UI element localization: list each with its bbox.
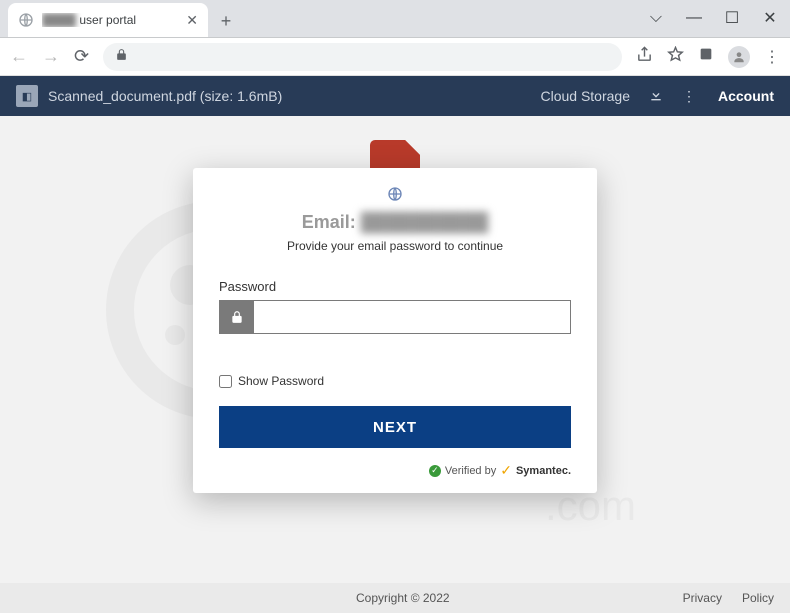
checkmark-icon: ✓ — [429, 465, 441, 477]
email-heading: Email: ██████████ — [219, 212, 571, 233]
window-controls: ⌵ — ☐ ✕ — [642, 6, 784, 30]
bookmark-icon[interactable] — [667, 46, 684, 68]
chevron-down-icon[interactable]: ⌵ — [642, 6, 670, 30]
share-icon[interactable] — [636, 46, 653, 68]
lock-icon — [220, 301, 254, 333]
close-icon[interactable]: ✕ — [186, 12, 198, 29]
symantec-brand: Symantec. — [516, 465, 571, 477]
globe-icon — [219, 186, 571, 202]
close-window-button[interactable]: ✕ — [756, 6, 784, 30]
password-input[interactable] — [254, 301, 570, 333]
menu-icon[interactable]: ⋮ — [764, 47, 780, 67]
tab-title: ████ user portal — [42, 13, 178, 27]
modal-subtitle: Provide your email password to continue — [219, 239, 571, 253]
copyright-text: Copyright © 2022 — [356, 591, 450, 605]
forward-button: → — [42, 46, 60, 67]
verified-badge: ✓ Verified by ✓ Symantec. — [219, 462, 571, 479]
browser-tabstrip: ████ user portal ✕ + ⌵ — ☐ ✕ — [0, 0, 790, 38]
show-password-label: Show Password — [238, 374, 324, 388]
password-label: Password — [219, 279, 571, 294]
login-modal: Email: ██████████ Provide your email pas… — [193, 168, 597, 493]
cloud-storage-link[interactable]: Cloud Storage — [540, 88, 630, 104]
more-icon[interactable]: ⋮ — [682, 88, 696, 105]
minimize-button[interactable]: — — [680, 6, 708, 30]
policy-link[interactable]: Policy — [742, 591, 774, 605]
maximize-button[interactable]: ☐ — [718, 6, 746, 30]
profile-icon[interactable] — [728, 46, 750, 68]
reload-button[interactable]: ⟳ — [74, 46, 89, 67]
globe-icon — [18, 12, 34, 28]
lock-icon — [115, 48, 128, 66]
account-link[interactable]: Account — [718, 88, 774, 104]
back-button[interactable]: ← — [10, 46, 28, 67]
show-password-toggle[interactable]: Show Password — [219, 374, 571, 388]
address-bar[interactable] — [103, 43, 622, 71]
show-password-checkbox[interactable] — [219, 375, 232, 388]
download-icon[interactable] — [648, 87, 664, 106]
document-icon: ◧ — [16, 85, 38, 107]
extensions-icon[interactable] — [698, 46, 714, 67]
new-tab-button[interactable]: + — [212, 7, 240, 35]
password-input-row — [219, 300, 571, 334]
page-header: ◧ Scanned_document.pdf (size: 1.6mB) Clo… — [0, 76, 790, 116]
browser-tab[interactable]: ████ user portal ✕ — [8, 3, 208, 37]
next-button[interactable]: NEXT — [219, 406, 571, 448]
privacy-link[interactable]: Privacy — [683, 591, 722, 605]
page-content: risk .com Email: ██████████ Provide your… — [0, 116, 790, 583]
page-footer: Copyright © 2022 Privacy Policy — [0, 583, 790, 613]
symantec-check-icon: ✓ — [500, 462, 512, 479]
browser-toolbar: ← → ⟳ ⋮ — [0, 38, 790, 76]
document-filename: Scanned_document.pdf (size: 1.6mB) — [48, 88, 282, 104]
